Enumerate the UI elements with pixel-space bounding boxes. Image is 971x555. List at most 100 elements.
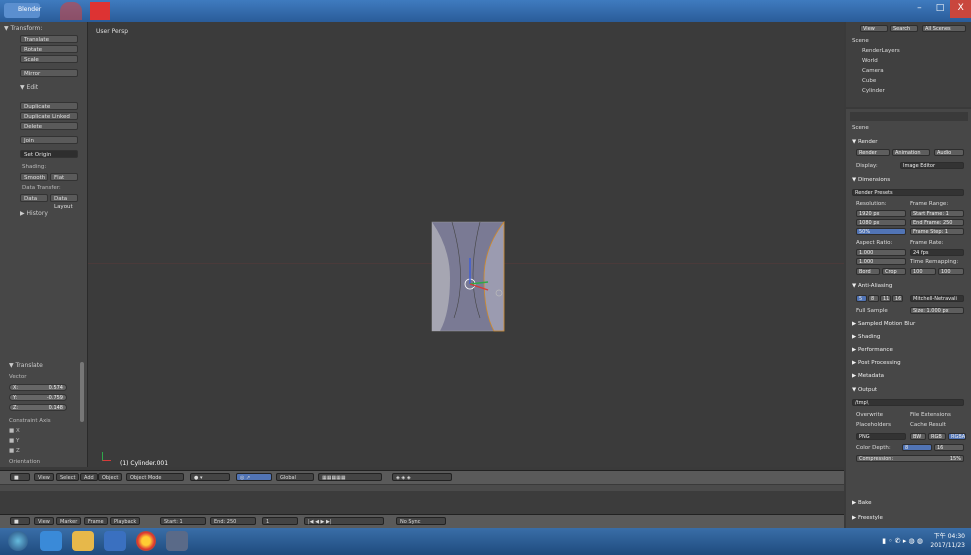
bw-button[interactable]: BW	[910, 433, 926, 440]
end-frame-field[interactable]: End Frame: 250	[910, 219, 964, 226]
browser-tab[interactable]	[60, 2, 82, 20]
shading-panel-header[interactable]: ▶ Shading	[852, 334, 880, 340]
constraint-y-checkbox[interactable]: ■ Y	[9, 438, 19, 444]
set-origin-dropdown[interactable]: Set Origin	[20, 150, 78, 158]
scale-button[interactable]: Scale	[20, 55, 78, 63]
mirror-button[interactable]: Mirror	[20, 69, 78, 77]
playback-menu[interactable]: Playback	[110, 517, 141, 525]
outliner-item-scene[interactable]: Scene	[852, 38, 869, 44]
aa-samples-11[interactable]: 11	[880, 295, 891, 302]
ie-icon[interactable]	[40, 531, 62, 551]
minimize-button[interactable]: –	[909, 0, 930, 18]
cylinder-object[interactable]	[428, 218, 508, 335]
current-frame-field[interactable]: 1	[262, 517, 298, 525]
rotate-button[interactable]: Rotate	[20, 45, 78, 53]
playback-controls[interactable]: |◀ ◀ ▶ ▶|	[304, 517, 384, 525]
duplicate-button[interactable]: Duplicate	[20, 102, 78, 110]
transform-header[interactable]: ▼ Transform:	[4, 25, 42, 32]
properties-tabs[interactable]	[850, 112, 968, 121]
placeholders-checkbox[interactable]: Placeholders	[856, 422, 891, 428]
vector-y-field[interactable]: Y: -0.759	[9, 394, 67, 401]
aa-filter-dropdown[interactable]: Mitchell-Netravali	[910, 295, 964, 302]
sync-selector[interactable]: No Sync	[396, 517, 446, 525]
translate-button[interactable]: Translate	[20, 35, 78, 43]
snap-buttons[interactable]: ◈ ◈ ◈	[392, 473, 452, 481]
render-panel-header[interactable]: ▼ Render	[852, 139, 878, 145]
blender-taskbar-icon[interactable]	[166, 531, 188, 551]
constraint-z-checkbox[interactable]: ■ Z	[9, 448, 20, 454]
data-layout-button[interactable]: Data Layout	[50, 194, 78, 210]
crop-checkbox[interactable]: Crop	[882, 268, 906, 275]
output-path-field[interactable]: /tmp\	[852, 399, 964, 406]
aa-size-field[interactable]: Size: 1.000 px	[910, 307, 964, 314]
dimensions-panel-header[interactable]: ▼ Dimensions	[852, 177, 890, 183]
anti-aliasing-panel-header[interactable]: ▼ Anti-Aliasing	[852, 283, 892, 289]
select-menu[interactable]: Select	[56, 473, 80, 481]
delete-button[interactable]: Delete	[20, 122, 78, 130]
folder-icon[interactable]	[72, 531, 94, 551]
audio-button[interactable]: Audio	[934, 149, 964, 156]
rgb-button[interactable]: RGB	[928, 433, 946, 440]
add-menu[interactable]: Add	[80, 473, 98, 481]
resolution-x-field[interactable]: 1920 px	[856, 210, 906, 217]
post-processing-panel-header[interactable]: ▶ Post Processing	[852, 360, 901, 366]
shelf-scrollbar[interactable]	[80, 362, 84, 422]
full-sample-checkbox[interactable]: Full Sample	[856, 308, 888, 314]
outliner-search-menu[interactable]: Search	[890, 25, 918, 32]
system-tray-icons[interactable]: ▮ ◦ ✆ ▸ ◍ ◍	[882, 537, 923, 545]
vector-x-field[interactable]: X: 0.574	[9, 384, 67, 391]
smooth-button[interactable]: Smooth	[20, 173, 48, 181]
media-icon[interactable]	[104, 531, 126, 551]
sampled-motion-blur-header[interactable]: ▶ Sampled Motion Blur	[852, 321, 915, 327]
compression-slider[interactable]: Compression: 15%	[856, 455, 964, 462]
chrome-icon[interactable]	[136, 531, 156, 551]
cache-result-checkbox[interactable]: Cache Result	[910, 422, 946, 428]
edit-header[interactable]: ▼ Edit	[20, 84, 38, 91]
resolution-y-field[interactable]: 1080 px	[856, 219, 906, 226]
fps-dropdown[interactable]: 24 fps	[910, 249, 964, 256]
color-depth-16[interactable]: 16	[934, 444, 964, 451]
layer-buttons[interactable]: ▦▦▦▦▦	[318, 473, 382, 481]
3d-viewport[interactable]: User Persp (1) Cylinder.001	[88, 22, 844, 467]
translate-operator-header[interactable]: ▼ Translate	[9, 362, 43, 369]
time-old-field[interactable]: 100	[910, 268, 936, 275]
join-button[interactable]: Join	[20, 136, 78, 144]
timeline-editor-icon[interactable]: ■	[10, 517, 30, 525]
mail-tab[interactable]	[90, 2, 110, 20]
outliner-view-menu[interactable]: View	[860, 25, 888, 32]
history-header[interactable]: ▶ History	[20, 210, 48, 217]
overwrite-checkbox[interactable]: Overwrite	[856, 412, 883, 418]
display-dropdown[interactable]: Image Editor	[900, 162, 964, 169]
start-frame-field[interactable]: Start Frame: 1	[910, 210, 964, 217]
close-button[interactable]: X	[950, 0, 971, 18]
render-button[interactable]: Render	[856, 149, 890, 156]
aa-samples-5[interactable]: 5	[856, 295, 867, 302]
mode-selector[interactable]: Object Mode	[126, 473, 184, 481]
frame-step-field[interactable]: Frame Step: 1	[910, 228, 964, 235]
bake-panel-header[interactable]: ▶ Bake	[852, 500, 872, 506]
resolution-percent-slider[interactable]: 50%	[856, 228, 906, 235]
outliner-display-mode[interactable]: All Scenes	[922, 25, 966, 32]
file-extensions-checkbox[interactable]: File Extensions	[910, 412, 951, 418]
aa-samples-16[interactable]: 16	[892, 295, 903, 302]
constraint-x-checkbox[interactable]: ■ X	[9, 428, 20, 434]
timeline-view-menu[interactable]: View	[34, 517, 54, 525]
shading-selector[interactable]: ● ▾	[190, 473, 230, 481]
file-format-dropdown[interactable]: PNG	[856, 433, 906, 440]
outliner-item-world[interactable]: World	[862, 58, 878, 64]
render-presets-dropdown[interactable]: Render Presets	[852, 189, 964, 196]
end-frame-field[interactable]: End: 250	[210, 517, 256, 525]
performance-panel-header[interactable]: ▶ Performance	[852, 347, 893, 353]
start-icon[interactable]	[8, 531, 28, 551]
blender-app-tab[interactable]: Blender	[4, 3, 41, 18]
data-button[interactable]: Data	[20, 194, 48, 202]
time-new-field[interactable]: 100	[938, 268, 964, 275]
duplicate-linked-button[interactable]: Duplicate Linked	[20, 112, 78, 120]
vector-z-field[interactable]: Z: 0.148	[9, 404, 67, 411]
timeline-area[interactable]	[0, 485, 844, 514]
rgba-button[interactable]: RGBA	[948, 433, 966, 440]
orientation-selector[interactable]: Global	[276, 473, 314, 481]
aa-samples-8[interactable]: 8	[868, 295, 879, 302]
aspect-y-field[interactable]: 1.000	[856, 258, 906, 265]
manipulator-buttons[interactable]: ◎ ↗	[236, 473, 272, 481]
